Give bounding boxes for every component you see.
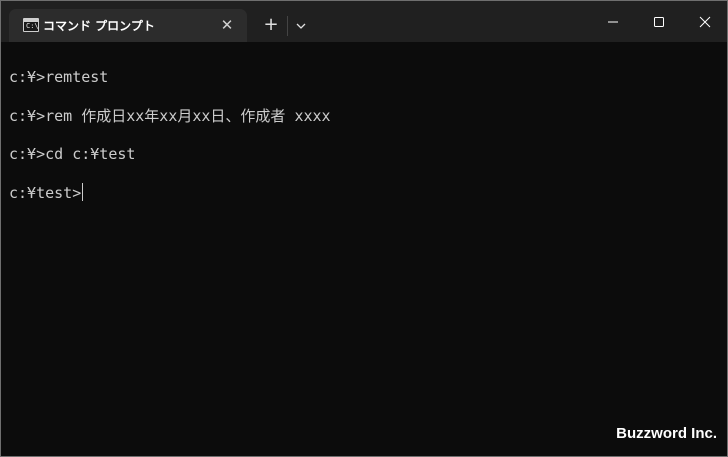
maximize-button[interactable] — [635, 1, 681, 42]
plus-icon: + — [263, 14, 279, 35]
tab-command-prompt[interactable]: C:\ コマンド プロンプト ✕ — [9, 9, 247, 42]
minimize-button[interactable] — [589, 1, 635, 42]
close-icon: ✕ — [220, 16, 234, 34]
title-bar[interactable]: C:\ コマンド プロンプト ✕ + — [1, 1, 727, 42]
tab-title: コマンド プロンプト — [43, 19, 155, 33]
prompt-text: c:¥test> — [9, 183, 82, 202]
terminal-line: c:¥>rem 作成日xx年xx月xx日、作成者 xxxx — [9, 106, 331, 125]
maximize-icon — [654, 17, 664, 27]
text-cursor — [82, 182, 84, 201]
terminal-prompt-line[interactable]: c:¥test> — [9, 178, 727, 217]
watermark: Buzzword Inc. — [616, 425, 717, 442]
profile-dropdown-button[interactable] — [291, 16, 311, 36]
chevron-down-icon — [296, 23, 306, 29]
minimize-icon — [608, 21, 618, 23]
close-icon — [699, 16, 711, 28]
terminal-output[interactable]: c:¥>remtest c:¥>rem 作成日xx年xx月xx日、作成者 xxx… — [1, 42, 727, 456]
terminal-line: c:¥>cd c:¥test — [9, 145, 136, 163]
terminal-window: C:\ コマンド プロンプト ✕ + c:¥>remtest c:¥>rem 作… — [0, 0, 728, 457]
terminal-line: c:¥>remtest — [9, 68, 109, 86]
divider — [287, 16, 288, 36]
close-window-button[interactable] — [681, 1, 727, 42]
new-tab-button[interactable]: + — [259, 14, 283, 38]
close-tab-button[interactable]: ✕ — [217, 15, 237, 35]
command-prompt-icon: C:\ — [23, 18, 39, 32]
